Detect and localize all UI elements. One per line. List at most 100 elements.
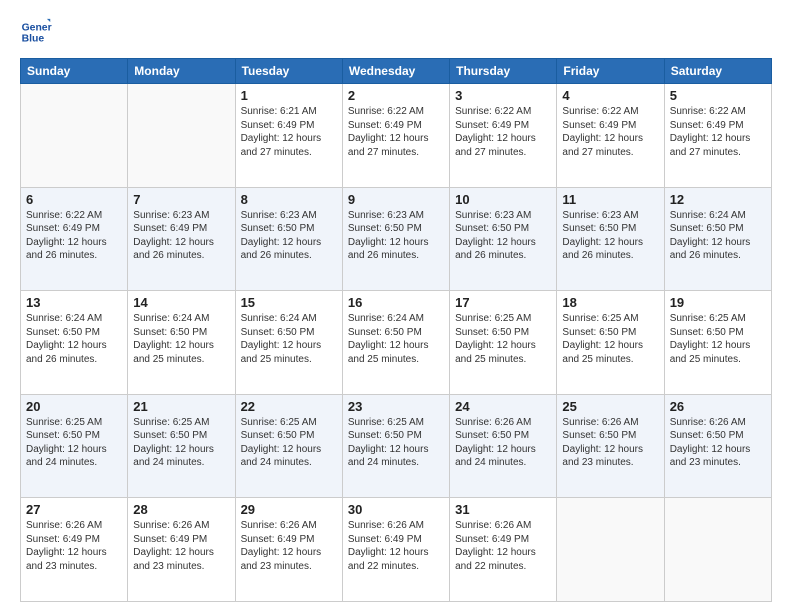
calendar-cell: 10Sunrise: 6:23 AMSunset: 6:50 PMDayligh… bbox=[450, 187, 557, 291]
day-info: Sunrise: 6:25 AMSunset: 6:50 PMDaylight:… bbox=[562, 312, 658, 366]
day-info: Sunrise: 6:26 AMSunset: 6:49 PMDaylight:… bbox=[348, 519, 444, 573]
day-number: 31 bbox=[455, 502, 551, 517]
day-number: 26 bbox=[670, 399, 766, 414]
calendar-cell: 15 Sunrise: 6:24 AMSunset: 6:50 PMDayligh… bbox=[235, 291, 342, 395]
day-number: 9 bbox=[348, 192, 444, 207]
calendar-cell: 29 Sunrise: 6:26 AMSunset: 6:49 PMDayligh… bbox=[235, 498, 342, 602]
day-number: 1 bbox=[241, 88, 337, 103]
calendar-cell: 28 Sunrise: 6:26 AMSunset: 6:49 PMDayligh… bbox=[128, 498, 235, 602]
day-number: 20 bbox=[26, 399, 122, 414]
day-info: Sunrise: 6:22 AMSunset: 6:49 PMDaylight:… bbox=[348, 105, 444, 159]
calendar-cell: 11 Sunrise: 6:23 AMSunset: 6:50 PMDayligh… bbox=[557, 187, 664, 291]
calendar-cell: 30 Sunrise: 6:26 AMSunset: 6:49 PMDayligh… bbox=[342, 498, 449, 602]
day-info: Sunrise: 6:24 AMSunset: 6:50 PMDaylight:… bbox=[133, 312, 229, 366]
calendar-cell: 25 Sunrise: 6:26 AMSunset: 6:50 PMDayligh… bbox=[557, 394, 664, 498]
calendar-cell bbox=[128, 84, 235, 188]
calendar-cell: 13Sunrise: 6:24 AMSunset: 6:50 PMDayligh… bbox=[21, 291, 128, 395]
day-info: Sunrise: 6:23 AMSunset: 6:50 PMDaylight:… bbox=[241, 209, 337, 263]
day-number: 24 bbox=[455, 399, 551, 414]
day-info: Sunrise: 6:23 AMSunset: 6:50 PMDaylight:… bbox=[348, 209, 444, 263]
day-number: 23 bbox=[348, 399, 444, 414]
day-info: Sunrise: 6:26 AMSunset: 6:49 PMDaylight:… bbox=[455, 519, 551, 573]
day-info: Sunrise: 6:25 AMSunset: 6:50 PMDaylight:… bbox=[348, 416, 444, 470]
day-info: Sunrise: 6:22 AMSunset: 6:49 PMDaylight:… bbox=[26, 209, 122, 263]
page: General Blue SundayMondayTuesdayWednesda… bbox=[0, 0, 792, 612]
day-info: Sunrise: 6:22 AMSunset: 6:49 PMDaylight:… bbox=[562, 105, 658, 159]
calendar-cell: 17 Sunrise: 6:25 AMSunset: 6:50 PMDayligh… bbox=[450, 291, 557, 395]
col-header-saturday: Saturday bbox=[664, 59, 771, 84]
day-number: 30 bbox=[348, 502, 444, 517]
day-info: Sunrise: 6:26 AMSunset: 6:50 PMDaylight:… bbox=[670, 416, 766, 470]
day-number: 28 bbox=[133, 502, 229, 517]
col-header-tuesday: Tuesday bbox=[235, 59, 342, 84]
calendar-cell bbox=[557, 498, 664, 602]
day-number: 2 bbox=[348, 88, 444, 103]
day-info: Sunrise: 6:25 AMSunset: 6:50 PMDaylight:… bbox=[670, 312, 766, 366]
day-number: 25 bbox=[562, 399, 658, 414]
day-number: 4 bbox=[562, 88, 658, 103]
day-info: Sunrise: 6:24 AMSunset: 6:50 PMDaylight:… bbox=[241, 312, 337, 366]
day-info: Sunrise: 6:26 AMSunset: 6:50 PMDaylight:… bbox=[562, 416, 658, 470]
logo: General Blue bbox=[20, 16, 56, 48]
day-info: Sunrise: 6:22 AMSunset: 6:49 PMDaylight:… bbox=[455, 105, 551, 159]
calendar-cell: 18Sunrise: 6:25 AMSunset: 6:50 PMDayligh… bbox=[557, 291, 664, 395]
calendar-cell: 26 Sunrise: 6:26 AMSunset: 6:50 PMDayligh… bbox=[664, 394, 771, 498]
day-info: Sunrise: 6:22 AMSunset: 6:49 PMDaylight:… bbox=[670, 105, 766, 159]
day-info: Sunrise: 6:25 AMSunset: 6:50 PMDaylight:… bbox=[133, 416, 229, 470]
calendar-table: SundayMondayTuesdayWednesdayThursdayFrid… bbox=[20, 58, 772, 602]
day-info: Sunrise: 6:25 AMSunset: 6:50 PMDaylight:… bbox=[26, 416, 122, 470]
day-info: Sunrise: 6:26 AMSunset: 6:49 PMDaylight:… bbox=[133, 519, 229, 573]
calendar-cell bbox=[664, 498, 771, 602]
calendar-cell: 1Sunrise: 6:21 AMSunset: 6:49 PMDaylight… bbox=[235, 84, 342, 188]
day-number: 11 bbox=[562, 192, 658, 207]
day-number: 12 bbox=[670, 192, 766, 207]
day-number: 13 bbox=[26, 295, 122, 310]
calendar-week-row: 27 Sunrise: 6:26 AMSunset: 6:49 PMDayligh… bbox=[21, 498, 772, 602]
calendar-cell: 16 Sunrise: 6:24 AMSunset: 6:50 PMDayligh… bbox=[342, 291, 449, 395]
calendar-cell: 9 Sunrise: 6:23 AMSunset: 6:50 PMDaylight… bbox=[342, 187, 449, 291]
calendar-cell: 31 Sunrise: 6:26 AMSunset: 6:49 PMDayligh… bbox=[450, 498, 557, 602]
calendar-cell: 8 Sunrise: 6:23 AMSunset: 6:50 PMDaylight… bbox=[235, 187, 342, 291]
day-number: 17 bbox=[455, 295, 551, 310]
calendar-cell: 22 Sunrise: 6:25 AMSunset: 6:50 PMDayligh… bbox=[235, 394, 342, 498]
day-info: Sunrise: 6:24 AMSunset: 6:50 PMDaylight:… bbox=[670, 209, 766, 263]
col-header-sunday: Sunday bbox=[21, 59, 128, 84]
day-number: 27 bbox=[26, 502, 122, 517]
day-info: Sunrise: 6:26 AMSunset: 6:49 PMDaylight:… bbox=[26, 519, 122, 573]
svg-text:General: General bbox=[22, 22, 52, 33]
day-info: Sunrise: 6:26 AMSunset: 6:50 PMDaylight:… bbox=[455, 416, 551, 470]
calendar-cell: 7 Sunrise: 6:23 AMSunset: 6:49 PMDaylight… bbox=[128, 187, 235, 291]
calendar-cell bbox=[21, 84, 128, 188]
day-info: Sunrise: 6:23 AMSunset: 6:49 PMDaylight:… bbox=[133, 209, 229, 263]
col-header-friday: Friday bbox=[557, 59, 664, 84]
calendar-week-row: 20 Sunrise: 6:25 AMSunset: 6:50 PMDayligh… bbox=[21, 394, 772, 498]
calendar-cell: 21 Sunrise: 6:25 AMSunset: 6:50 PMDayligh… bbox=[128, 394, 235, 498]
calendar-cell: 19 Sunrise: 6:25 AMSunset: 6:50 PMDayligh… bbox=[664, 291, 771, 395]
day-number: 5 bbox=[670, 88, 766, 103]
day-number: 14 bbox=[133, 295, 229, 310]
day-number: 16 bbox=[348, 295, 444, 310]
calendar-week-row: 1Sunrise: 6:21 AMSunset: 6:49 PMDaylight… bbox=[21, 84, 772, 188]
day-number: 22 bbox=[241, 399, 337, 414]
calendar-week-row: 6Sunrise: 6:22 AMSunset: 6:49 PMDaylight… bbox=[21, 187, 772, 291]
day-number: 19 bbox=[670, 295, 766, 310]
day-number: 21 bbox=[133, 399, 229, 414]
col-header-monday: Monday bbox=[128, 59, 235, 84]
header: General Blue bbox=[20, 16, 772, 48]
day-number: 3 bbox=[455, 88, 551, 103]
day-info: Sunrise: 6:26 AMSunset: 6:49 PMDaylight:… bbox=[241, 519, 337, 573]
day-number: 15 bbox=[241, 295, 337, 310]
col-header-wednesday: Wednesday bbox=[342, 59, 449, 84]
day-info: Sunrise: 6:24 AMSunset: 6:50 PMDaylight:… bbox=[348, 312, 444, 366]
day-info: Sunrise: 6:23 AMSunset: 6:50 PMDaylight:… bbox=[562, 209, 658, 263]
day-number: 29 bbox=[241, 502, 337, 517]
day-number: 8 bbox=[241, 192, 337, 207]
calendar-cell: 20 Sunrise: 6:25 AMSunset: 6:50 PMDayligh… bbox=[21, 394, 128, 498]
logo-icon: General Blue bbox=[20, 16, 52, 48]
calendar-cell: 4 Sunrise: 6:22 AMSunset: 6:49 PMDaylight… bbox=[557, 84, 664, 188]
day-info: Sunrise: 6:25 AMSunset: 6:50 PMDaylight:… bbox=[241, 416, 337, 470]
day-number: 7 bbox=[133, 192, 229, 207]
calendar-cell: 2 Sunrise: 6:22 AMSunset: 6:49 PMDaylight… bbox=[342, 84, 449, 188]
svg-text:Blue: Blue bbox=[22, 34, 45, 45]
day-info: Sunrise: 6:25 AMSunset: 6:50 PMDaylight:… bbox=[455, 312, 551, 366]
